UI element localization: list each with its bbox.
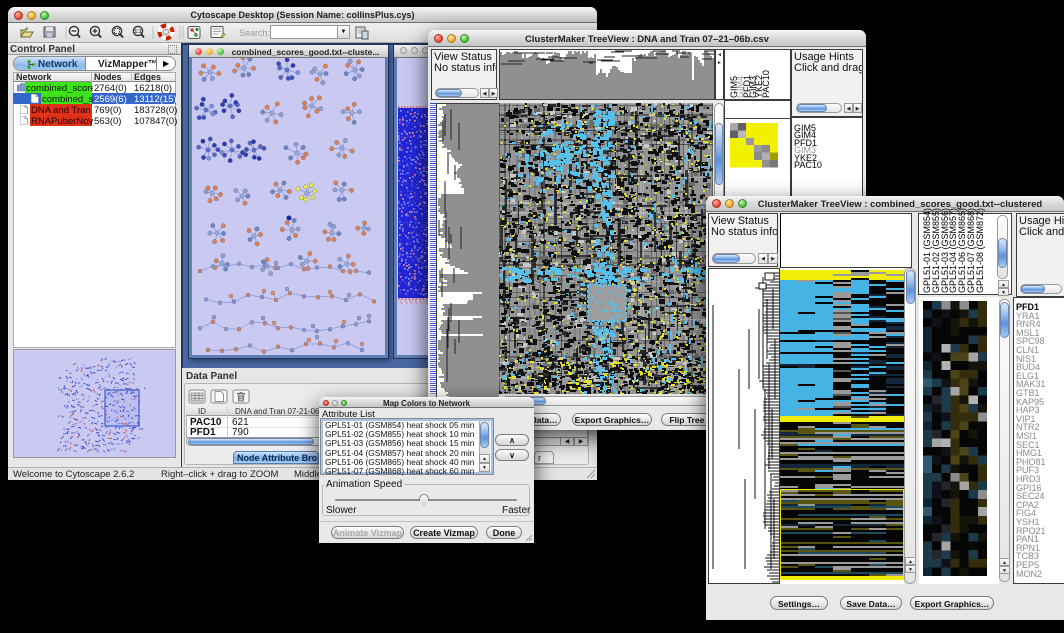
svg-text:1:1: 1:1 bbox=[134, 29, 141, 35]
